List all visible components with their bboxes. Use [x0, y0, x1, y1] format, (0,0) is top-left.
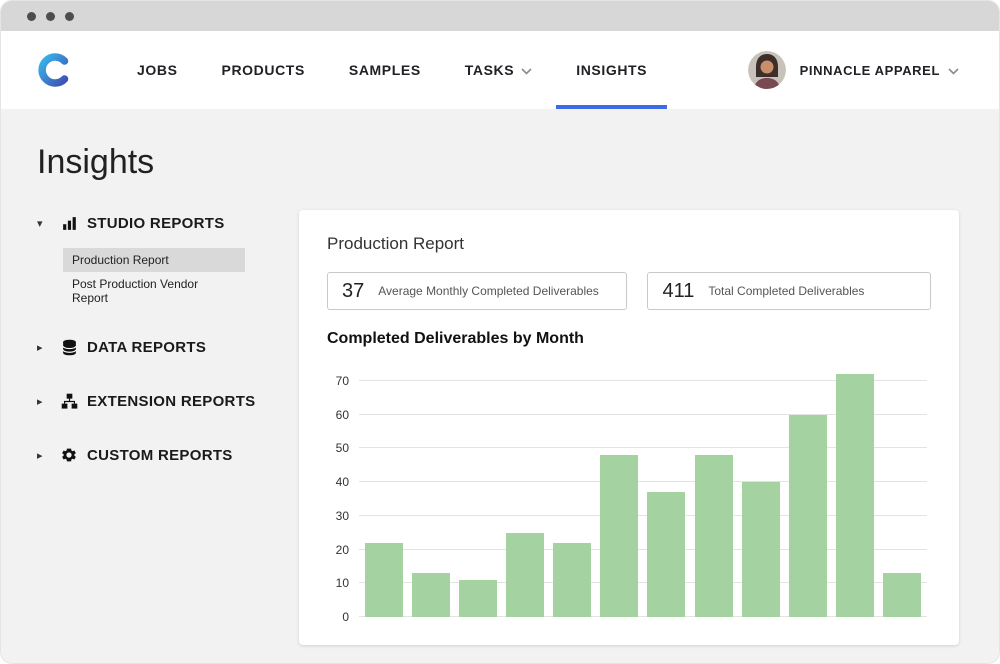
account-name-label: PINNACLE APPAREL: [800, 63, 940, 78]
bar: [789, 415, 827, 617]
y-tick-label: 0: [342, 610, 349, 624]
bar-chart: 010203040506070: [327, 364, 927, 617]
top-nav: JOBS PRODUCTS SAMPLES TASKS INSIGHTS: [1, 31, 999, 109]
bar: [506, 533, 544, 617]
window-control-dot[interactable]: [46, 12, 55, 21]
nav-item-jobs[interactable]: JOBS: [137, 31, 178, 109]
window-control-dot[interactable]: [65, 12, 74, 21]
bar: [365, 543, 403, 617]
report-title: Production Report: [327, 234, 931, 254]
sidebar-section-label: EXTENSION REPORTS: [87, 393, 255, 410]
chevron-down-icon: [521, 62, 532, 78]
chart-plot: [359, 364, 927, 617]
sitemap-icon: [59, 393, 79, 410]
sidebar-item-post-production-vendor-report[interactable]: Post Production Vendor Report: [63, 272, 245, 310]
caret-right-icon: ▸: [37, 395, 51, 408]
bars: [359, 364, 927, 617]
window-titlebar: [1, 1, 999, 31]
report-card: Production Report 37 Average Monthly Com…: [299, 210, 959, 645]
nav-item-insights[interactable]: INSIGHTS: [576, 31, 647, 109]
y-tick-label: 60: [336, 408, 349, 422]
y-tick-label: 40: [336, 475, 349, 489]
bar: [742, 482, 780, 617]
sidebar-section-studio-reports[interactable]: ▾ STUDIO REPORTS: [37, 210, 299, 236]
nav-item-samples[interactable]: SAMPLES: [349, 31, 421, 109]
sidebar-section-data-reports[interactable]: ▸ DATA REPORTS: [37, 334, 299, 360]
chart-title: Completed Deliverables by Month: [327, 330, 931, 348]
bar: [836, 374, 874, 617]
nav-item-label: INSIGHTS: [576, 62, 647, 78]
sidebar-section-extension-reports[interactable]: ▸ EXTENSION REPORTS: [37, 388, 299, 414]
sidebar-item-production-report[interactable]: Production Report: [63, 248, 245, 272]
stats-row: 37 Average Monthly Completed Deliverable…: [327, 272, 931, 310]
y-tick-label: 30: [336, 509, 349, 523]
stat-label: Average Monthly Completed Deliverables: [378, 284, 599, 298]
avatar: [748, 51, 786, 89]
nav-item-tasks[interactable]: TASKS: [465, 31, 532, 109]
nav-item-label: SAMPLES: [349, 62, 421, 78]
bar: [553, 543, 591, 617]
bar: [600, 455, 638, 617]
sidebar-section-label: DATA REPORTS: [87, 339, 206, 356]
sidebar-section-custom-reports[interactable]: ▸ CUSTOM REPORTS: [37, 442, 299, 468]
brand-logo[interactable]: [37, 52, 73, 88]
account-menu[interactable]: PINNACLE APPAREL: [748, 51, 959, 89]
stat-value: 37: [342, 280, 364, 303]
account-name: PINNACLE APPAREL: [800, 63, 959, 78]
sidebar-section-label: CUSTOM REPORTS: [87, 447, 233, 464]
sidebar-section-label: STUDIO REPORTS: [87, 215, 225, 232]
nav-item-label: JOBS: [137, 62, 178, 78]
app-window: JOBS PRODUCTS SAMPLES TASKS INSIGHTS: [0, 0, 1000, 664]
chart-y-axis: 010203040506070: [327, 364, 359, 617]
nav-item-label: TASKS: [465, 62, 514, 78]
nav-items: JOBS PRODUCTS SAMPLES TASKS INSIGHTS: [137, 31, 647, 109]
page-title: Insights: [37, 143, 999, 182]
chevron-down-icon: [948, 63, 959, 78]
caret-right-icon: ▸: [37, 449, 51, 462]
bar: [883, 573, 921, 617]
nav-item-label: PRODUCTS: [222, 62, 305, 78]
caret-down-icon: ▾: [37, 217, 51, 230]
bar: [459, 580, 497, 617]
bar: [412, 573, 450, 617]
database-icon: [59, 339, 79, 356]
window-control-dot[interactable]: [27, 12, 36, 21]
stat-avg-monthly-completed: 37 Average Monthly Completed Deliverable…: [327, 272, 627, 310]
stat-value: 411: [662, 280, 694, 303]
stat-total-completed: 411 Total Completed Deliverables: [647, 272, 931, 310]
caret-right-icon: ▸: [37, 341, 51, 354]
y-tick-label: 70: [336, 374, 349, 388]
nav-item-products[interactable]: PRODUCTS: [222, 31, 305, 109]
bar: [647, 492, 685, 617]
y-tick-label: 50: [336, 441, 349, 455]
page-content: Insights ▾ STUDIO REPORTS Pr: [1, 109, 999, 645]
y-tick-label: 10: [336, 576, 349, 590]
gear-icon: [59, 446, 79, 464]
bar: [695, 455, 733, 617]
reports-sidebar: ▾ STUDIO REPORTS Production Report Post …: [37, 210, 299, 496]
studio-reports-items: Production Report Post Production Vendor…: [63, 248, 299, 310]
bar-chart-icon: [59, 215, 79, 232]
y-tick-label: 20: [336, 543, 349, 557]
stat-label: Total Completed Deliverables: [708, 284, 864, 298]
